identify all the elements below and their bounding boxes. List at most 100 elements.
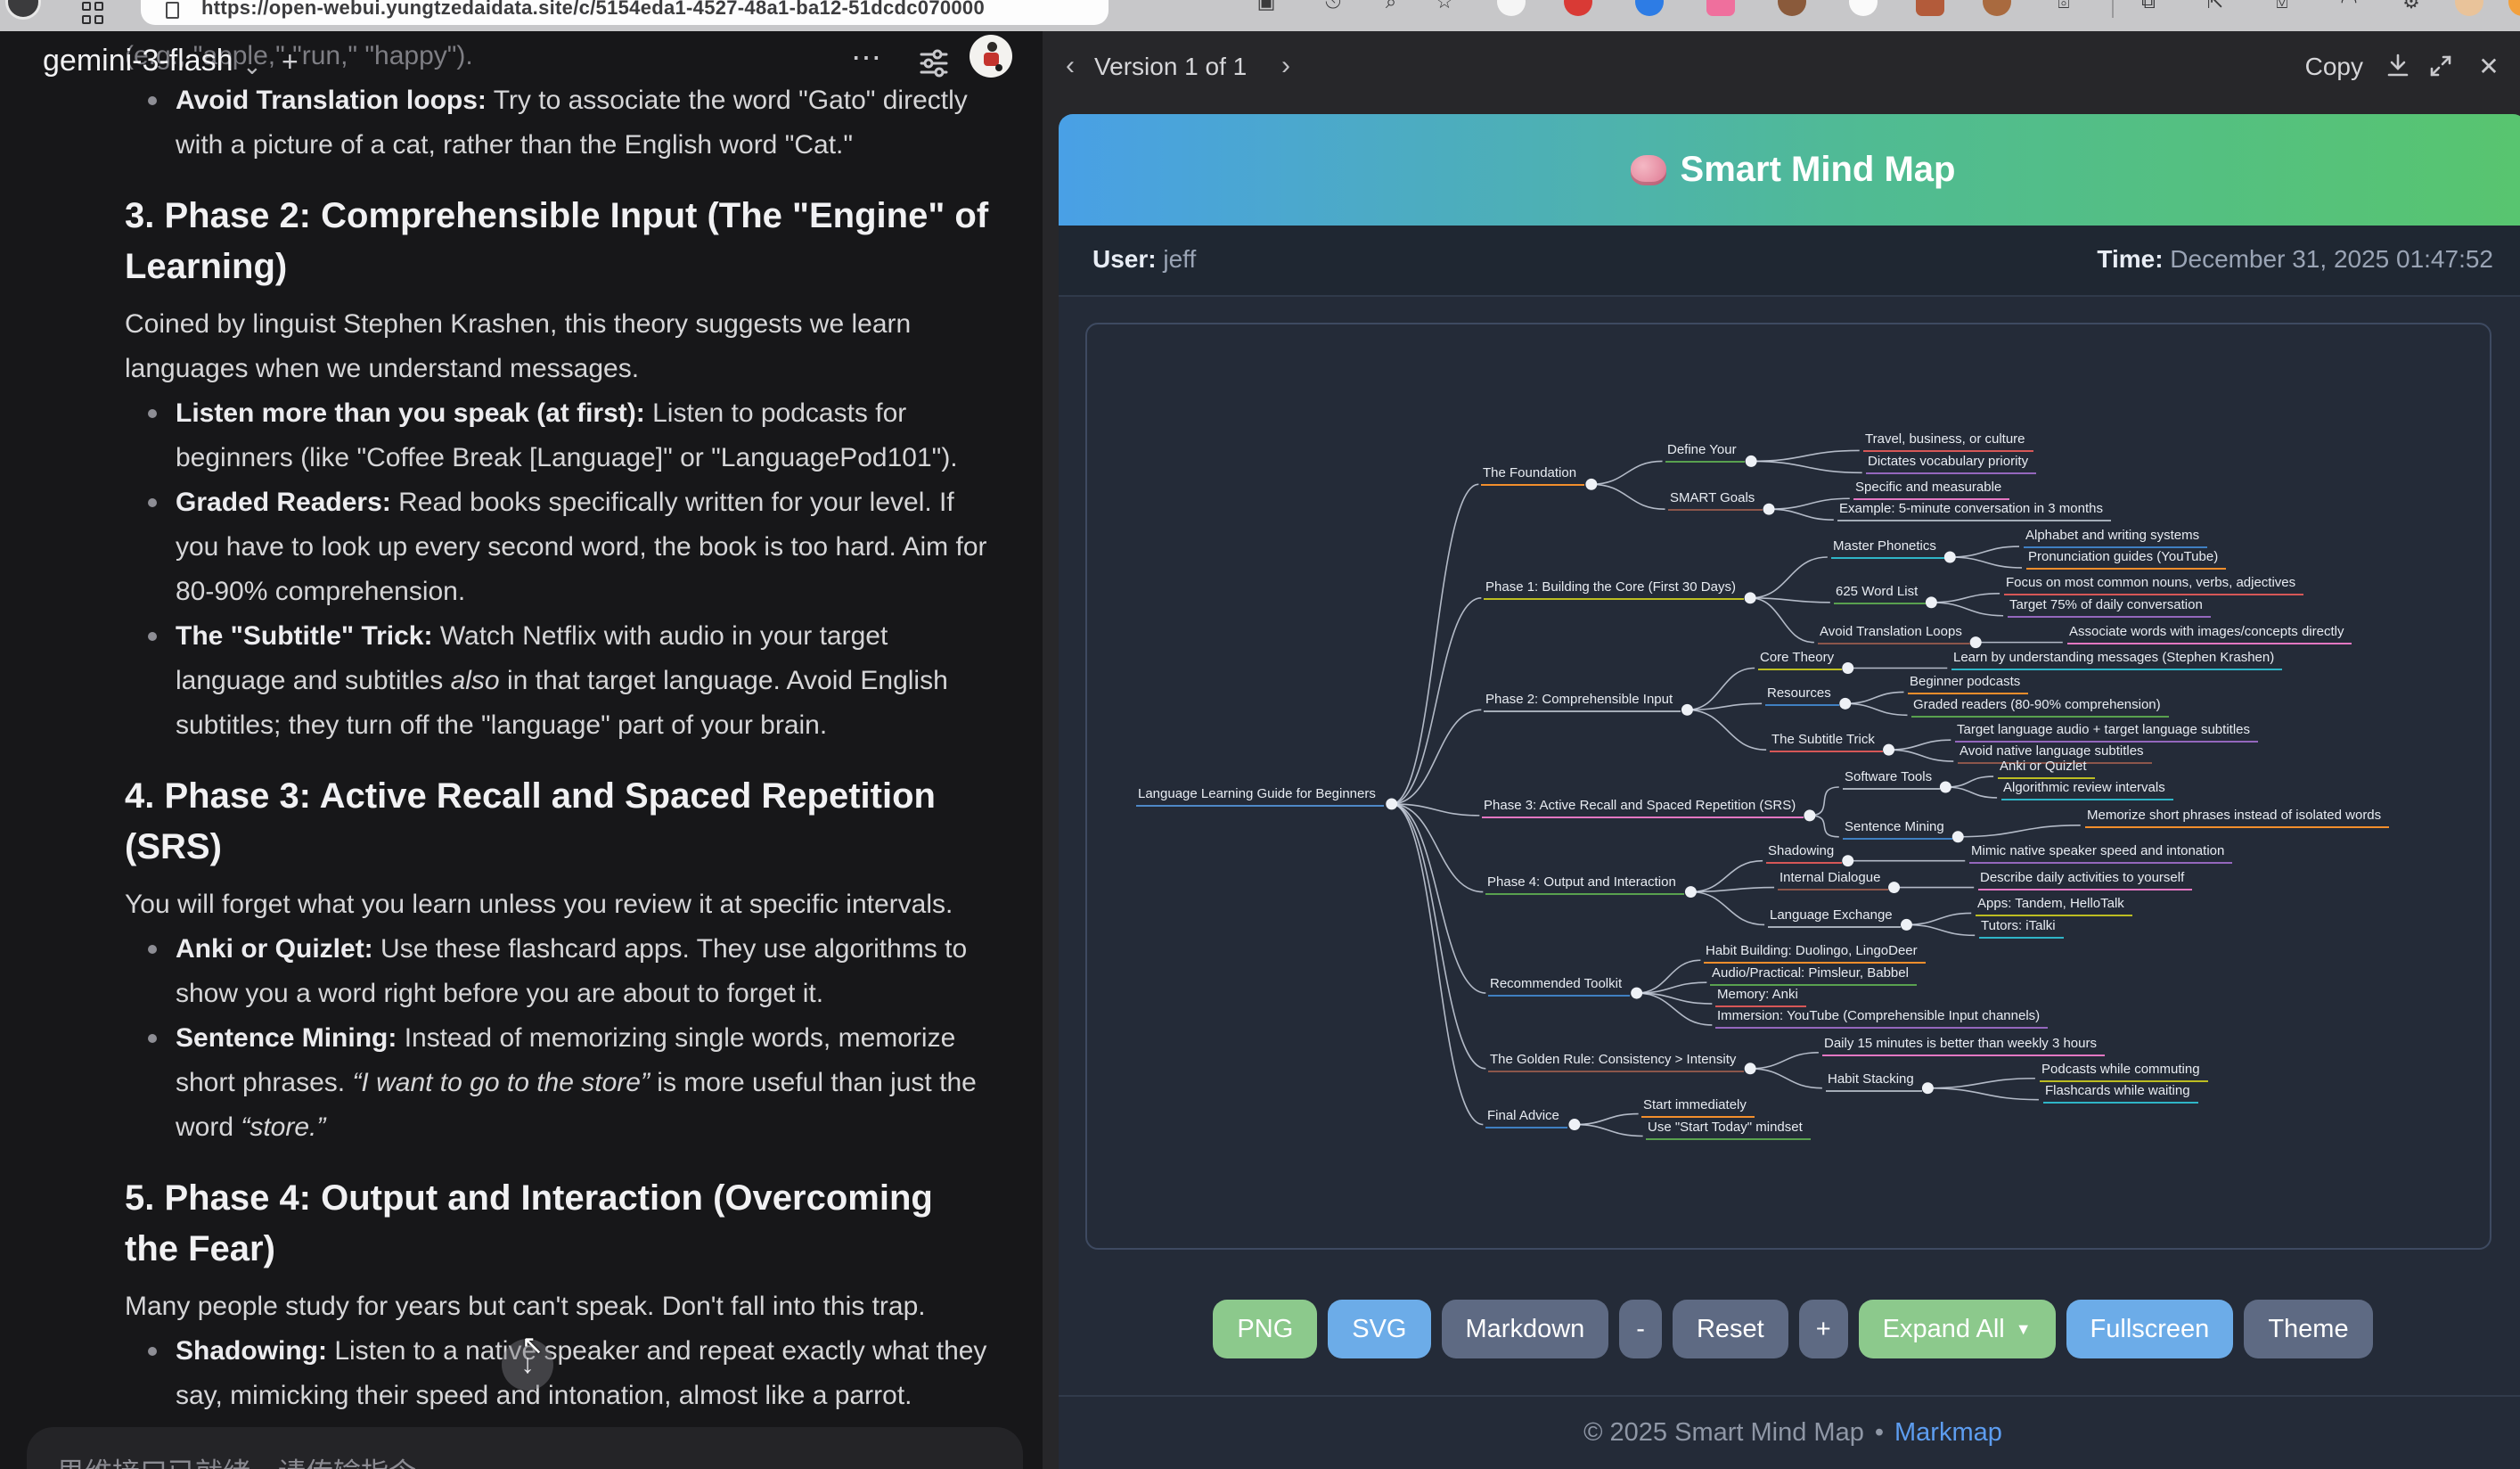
mindmap-node[interactable]: Avoid Translation Loops [1818, 623, 1970, 644]
mindmap-node[interactable]: The Subtitle Trick [1770, 731, 1883, 752]
mindmap-node[interactable]: Internal Dialogue [1778, 869, 1888, 890]
mindmap-node[interactable]: Target 75% of daily conversation [2008, 596, 2211, 618]
mindmap-node[interactable]: Tutors: iTalki [1979, 917, 2064, 939]
model-selector[interactable]: gemini-3-flash [43, 44, 233, 78]
mindmap-node[interactable]: Algorithmic review intervals [2001, 779, 2173, 800]
mindmap-node[interactable]: Anki or Quizlet [1998, 758, 2095, 779]
mindmap-node[interactable]: Daily 15 minutes is better than weekly 3… [1822, 1035, 2105, 1056]
mindmap-node[interactable]: Habit Stacking [1826, 1071, 1922, 1092]
mindmap-node[interactable]: Start immediately [1641, 1096, 1755, 1118]
send-icon[interactable]: ⇱ [2201, 0, 2230, 16]
tan-extension-icon[interactable] [1983, 0, 2011, 16]
red-extension-icon[interactable] [1564, 0, 1592, 16]
mindmap-node[interactable]: Resources [1765, 685, 1839, 706]
export-svg-button[interactable]: SVG [1328, 1300, 1430, 1358]
mindmap-node[interactable]: Focus on most common nouns, verbs, adjec… [2004, 574, 2303, 595]
mindmap-node[interactable]: Pronunciation guides (YouTube) [2026, 548, 2226, 570]
settings-icon[interactable]: ⚙ [2397, 0, 2426, 16]
close-icon[interactable]: ✕ [2474, 51, 2504, 81]
controls-sliders-icon[interactable] [918, 47, 950, 79]
mindmap-node[interactable]: Recommended Toolkit [1488, 975, 1630, 997]
mindmap-node[interactable]: Core Theory [1758, 649, 1842, 670]
url-text[interactable]: https://open-webui.yungtzedaidata.site/c… [201, 0, 985, 20]
mindmap-node[interactable]: Flashcards while waiting [2043, 1082, 2198, 1104]
chat-input[interactable]: 思维接口已就绪，请传输指令。 [27, 1427, 1023, 1469]
trash-icon[interactable]: ⍌ [2268, 0, 2296, 16]
previous-version-button[interactable]: ‹ [1066, 51, 1075, 81]
address-bar[interactable]: https://open-webui.yungtzedaidata.site/c… [141, 0, 1109, 25]
fullscreen-button[interactable]: Fullscreen [2066, 1300, 2234, 1358]
facebook-extension-icon[interactable] [1635, 0, 1664, 16]
search-icon[interactable]: ⌕ [1377, 0, 1405, 16]
mindmap-node[interactable]: Alphabet and writing systems [2024, 527, 2207, 548]
mindmap-node[interactable]: Audio/Practical: Pimsleur, Babbel [1710, 964, 1917, 986]
mindmap-node[interactable]: Phase 2: Comprehensible Input [1484, 691, 1681, 712]
colorful-extension-icon[interactable] [2508, 0, 2520, 16]
expand-all-button[interactable]: Expand All▼ [1859, 1300, 2056, 1358]
mindmap-node[interactable]: Associate words with images/concepts dir… [2067, 623, 2352, 644]
copy-button[interactable]: Copy [2305, 53, 2363, 81]
mindmap-node[interactable]: Target language audio + target language … [1955, 721, 2258, 743]
mindmap-node[interactable]: Beginner podcasts [1908, 673, 2028, 694]
mindmap-node[interactable]: Travel, business, or culture [1863, 431, 2033, 452]
mindmap-node[interactable]: The Foundation [1481, 464, 1584, 486]
zoom-out-button[interactable]: - [1619, 1300, 1662, 1358]
share-icon[interactable]: ⎋ [1319, 0, 1347, 16]
mindmap-node[interactable]: Sentence Mining [1843, 818, 1952, 840]
bookmark-star-icon[interactable]: ☆ [1430, 0, 1459, 16]
chevron-down-icon[interactable]: ⌄ [242, 53, 262, 80]
mindmap-node[interactable]: Specific and measurable [1853, 479, 2009, 500]
mindmap-node[interactable]: Phase 4: Output and Interaction [1485, 874, 1684, 895]
mindmap-node[interactable]: Phase 3: Active Recall and Spaced Repeti… [1482, 797, 1804, 818]
mindmap-node[interactable]: The Golden Rule: Consistency > Intensity [1488, 1051, 1744, 1072]
download-icon[interactable] [2383, 51, 2413, 81]
expand-fullscreen-icon[interactable] [2426, 51, 2456, 81]
mindmap-node[interactable]: Language Learning Guide for Beginners [1136, 785, 1384, 807]
mindmap-canvas[interactable]: Language Learning Guide for Beginners The… [1085, 323, 2491, 1250]
sidebar-icon[interactable]: ▣ [1252, 0, 1280, 16]
mindmap-node[interactable]: Immersion: YouTube (Comprehensible Input… [1715, 1007, 2048, 1029]
export-markdown-button[interactable]: Markdown [1442, 1300, 1609, 1358]
panda-extension-icon[interactable] [1497, 0, 1526, 16]
notes-extension-icon[interactable] [1916, 0, 1944, 16]
shield-icon[interactable]: ◠ [2335, 0, 2363, 16]
mindmap-node[interactable]: Graded readers (80-90% comprehension) [1911, 696, 2169, 718]
mindmap-node[interactable]: Apps: Tandem, HelloTalk [1976, 895, 2132, 916]
browser-profile-icon[interactable] [5, 0, 41, 20]
profile-avatar-icon[interactable] [2455, 0, 2483, 16]
export-png-button[interactable]: PNG [1213, 1300, 1317, 1358]
mindmap-node[interactable]: Habit Building: Duolingo, LingoDeer [1704, 942, 1926, 964]
theme-button[interactable]: Theme [2244, 1300, 2372, 1358]
monkey-extension-icon[interactable] [1778, 0, 1806, 16]
mindmap-node[interactable]: Shadowing [1766, 842, 1842, 864]
mindmap-node[interactable]: Podcasts while commuting [2040, 1061, 2208, 1082]
mindmap-node[interactable]: Phase 1: Building the Core (First 30 Day… [1484, 579, 1744, 600]
mindmap-node[interactable]: Memorize short phrases instead of isolat… [2085, 807, 2389, 828]
mindmap-node[interactable]: Mimic native speaker speed and intonatio… [1969, 842, 2232, 864]
apps-grid-icon[interactable] [82, 2, 105, 25]
mindmap-node[interactable]: Dictates vocabulary priority [1866, 453, 2036, 474]
more-options-button[interactable]: ⋯ [851, 40, 884, 76]
mindmap-node[interactable]: Learn by understanding messages (Stephen… [1951, 649, 2282, 670]
markmap-link[interactable]: Markmap [1894, 1418, 2002, 1448]
mindmap-node[interactable]: Language Exchange [1768, 907, 1901, 928]
mindmap-node[interactable]: Master Phonetics [1831, 538, 1944, 559]
mindmap-node[interactable]: Memory: Anki [1715, 986, 1806, 1007]
mindmap-node[interactable]: Software Tools [1843, 768, 1940, 790]
mindmap-node[interactable]: Example: 5-minute conversation in 3 mont… [1837, 500, 2111, 521]
site-info-icon[interactable] [166, 2, 179, 19]
user-avatar[interactable] [970, 35, 1012, 78]
next-version-button[interactable]: › [1281, 51, 1290, 81]
mindmap-node[interactable]: SMART Goals [1668, 489, 1763, 511]
cursor-extension-icon[interactable]: ⌻ [2050, 0, 2078, 16]
mindmap-node[interactable]: Describe daily activities to yourself [1978, 869, 2192, 890]
mindmap-node[interactable]: Final Advice [1485, 1107, 1567, 1128]
window-split-icon[interactable]: ⧉ [2134, 0, 2163, 16]
cat-extension-icon[interactable] [1849, 0, 1878, 16]
mindmap-node[interactable]: 625 Word List [1834, 583, 1926, 604]
pink-extension-icon[interactable] [1706, 0, 1735, 16]
zoom-in-button[interactable]: + [1799, 1300, 1848, 1358]
mindmap-node[interactable]: Use "Start Today" mindset [1646, 1119, 1811, 1140]
new-chat-button[interactable]: + [282, 45, 299, 78]
reset-button[interactable]: Reset [1673, 1300, 1788, 1358]
